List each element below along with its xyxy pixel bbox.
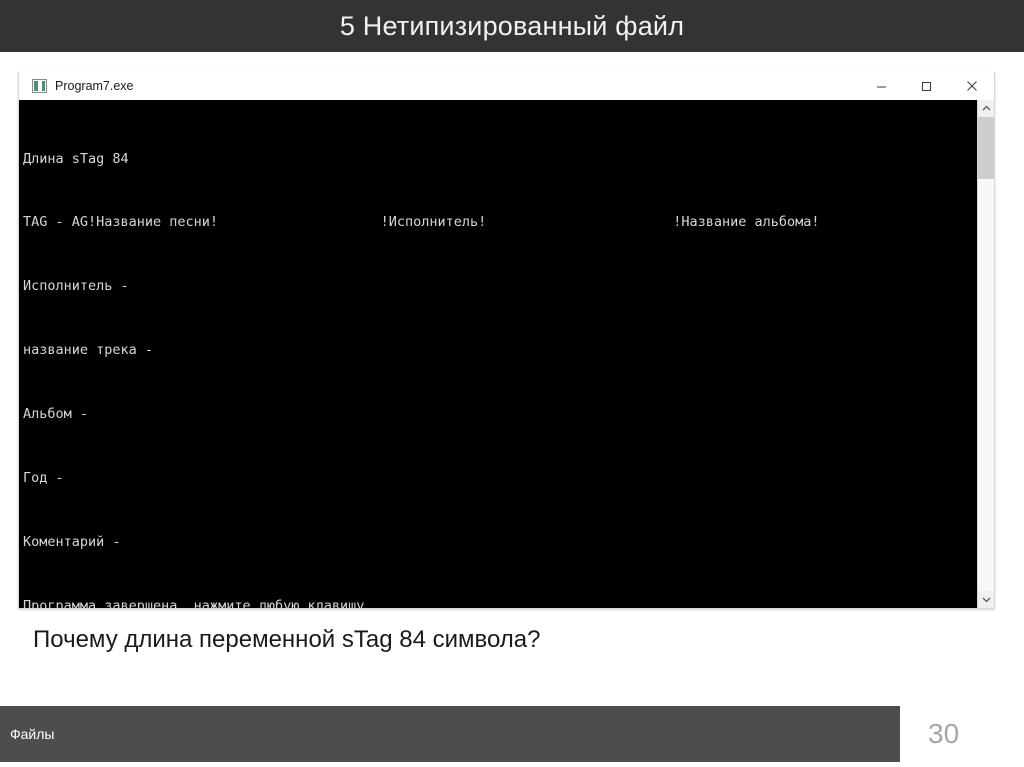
maximize-button[interactable] xyxy=(904,72,949,100)
close-button[interactable] xyxy=(949,72,994,100)
footer-label: Файлы xyxy=(10,726,55,742)
console-line: TAG - AG!Название песни! !Исполнитель! !… xyxy=(23,214,820,231)
scrollbar-track[interactable] xyxy=(978,117,994,591)
console-line: название трека - xyxy=(23,342,154,359)
minimize-button[interactable] xyxy=(859,72,904,100)
console-output-area[interactable]: Длина sTag 84 TAG - AG!Название песни! !… xyxy=(19,100,994,608)
console-title-text: Program7.exe xyxy=(55,79,134,93)
console-scrollbar[interactable] xyxy=(977,100,994,608)
console-line: Год - xyxy=(23,470,64,487)
console-app-icon xyxy=(32,79,47,93)
close-icon xyxy=(966,81,977,91)
console-line: Длина sTag 84 xyxy=(23,150,129,167)
console-line: Коментарий - xyxy=(23,533,121,550)
scrollbar-down-button[interactable] xyxy=(978,591,994,608)
scrollbar-thumb[interactable] xyxy=(978,117,994,179)
page-title: 5 Нетипизированный файл xyxy=(339,10,685,41)
chevron-up-icon xyxy=(982,105,990,111)
console-line: Программа завершена, нажмите любую клави… xyxy=(23,597,414,608)
maximize-icon xyxy=(922,81,931,91)
question-text: Почему длина переменной sTag 84 символа? xyxy=(33,626,541,653)
console-text: Длина sTag 84 TAG - AG!Название песни! !… xyxy=(19,100,977,608)
page-number: 30 xyxy=(928,718,960,749)
scrollbar-up-button[interactable] xyxy=(978,100,994,117)
console-line: Альбом - xyxy=(23,406,89,423)
console-title-bar[interactable]: Program7.exe xyxy=(19,72,994,100)
window-controls xyxy=(859,72,994,100)
console-line: Исполнитель - xyxy=(23,278,129,295)
console-window: Program7.exe Длина sTag 84 TAG - AG!Назв… xyxy=(18,72,995,609)
footer-bar: Файлы xyxy=(0,706,900,762)
slide-header: 5 Нетипизированный файл xyxy=(0,0,1024,52)
chevron-down-icon xyxy=(982,597,990,603)
minimize-icon xyxy=(877,86,886,87)
